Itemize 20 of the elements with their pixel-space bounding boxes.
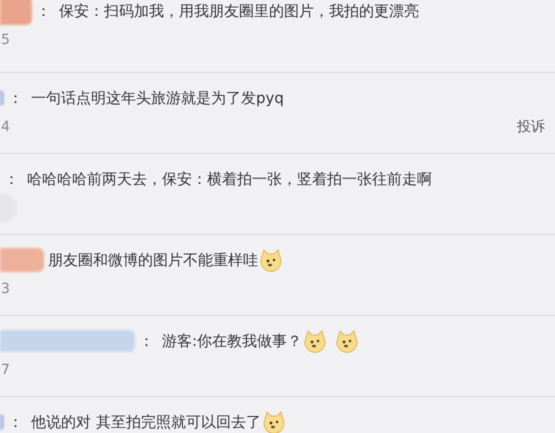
doge-emoji-icon	[335, 329, 360, 353]
comment-text: 游客:你在教我做事？	[162, 330, 302, 352]
comment-count: 7	[1, 360, 10, 380]
colon: ：	[7, 88, 24, 109]
colon: ：	[3, 168, 20, 190]
comment-count: 4	[1, 118, 10, 136]
comment-text: 朋友圈和微博的图片不能重样哇	[48, 250, 258, 271]
doge-emoji-icon	[303, 329, 328, 353]
doge-emoji-icon	[259, 248, 283, 272]
colon: ：	[7, 412, 24, 433]
doge-emoji-icon	[262, 410, 286, 433]
comment-text: 保安：扫码加我，用我朋友圈里的图片，我拍的更漂亮	[59, 0, 419, 22]
comment-text: 他说的对 其至拍完照就可以回去了	[31, 412, 261, 433]
comment-count: 3	[1, 280, 10, 298]
report-link[interactable]: 投诉	[517, 116, 545, 138]
comment-text: 一句话点明这年头旅游就是为了发pyq	[31, 88, 284, 109]
colon: ：	[138, 330, 155, 352]
comment-count: 5	[1, 30, 10, 50]
comment-text: 哈哈哈哈前两天去，保安：横着拍一张，竖着拍一张往前走啊	[27, 168, 432, 190]
colon: ：	[35, 0, 52, 22]
